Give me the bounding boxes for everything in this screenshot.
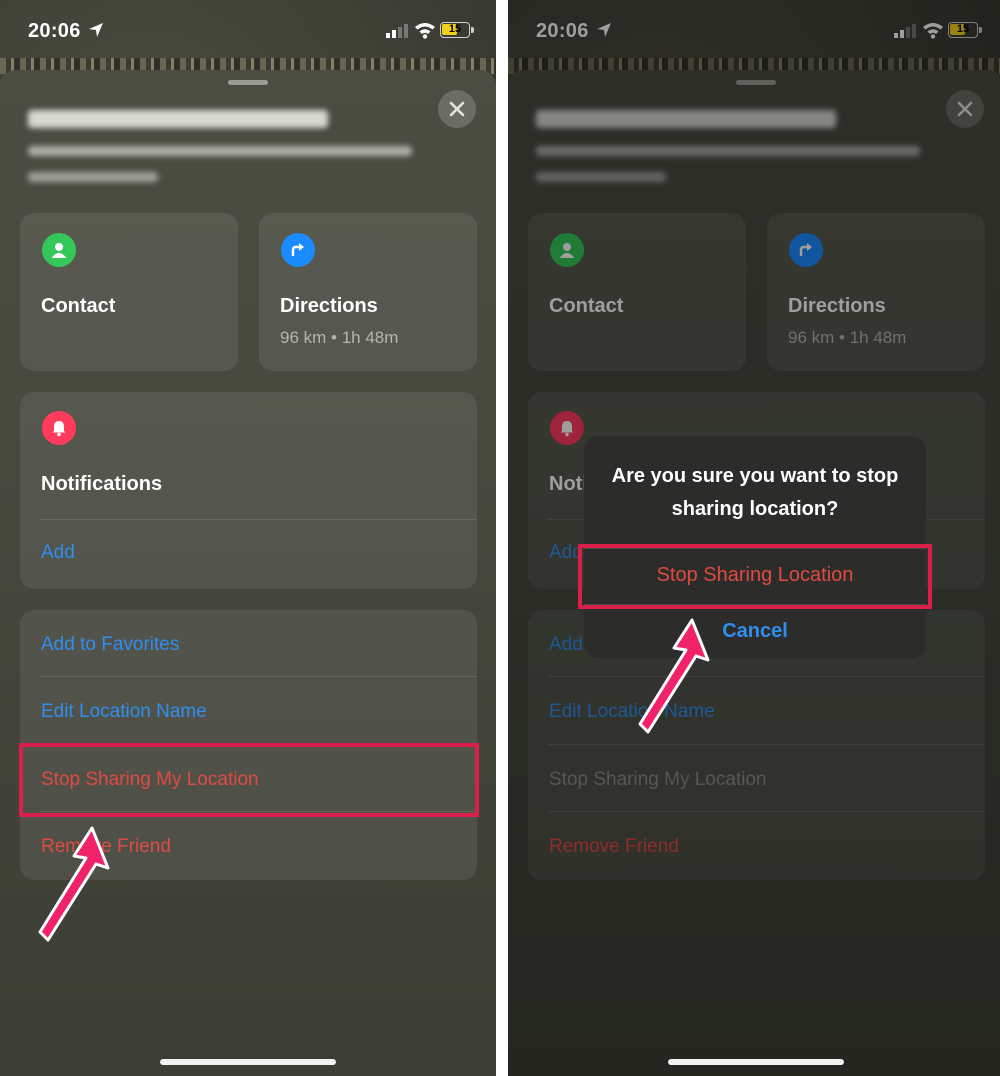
wifi-icon <box>415 23 435 39</box>
person-icon <box>51 243 67 258</box>
notifications-card: Notifications Add <box>20 392 477 589</box>
bell-icon <box>52 421 66 437</box>
status-bar: 20:06 15 <box>0 0 496 60</box>
signal-icon <box>386 24 408 38</box>
directions-card[interactable]: Directions 96 km • 1h 48m <box>259 213 477 371</box>
pointer-arrow-icon <box>38 826 110 942</box>
contact-label: Contact <box>41 295 116 317</box>
edit-location-name-button[interactable]: Edit Location Name <box>41 701 207 723</box>
home-indicator <box>668 1059 844 1065</box>
notifications-title: Notifications <box>41 473 163 495</box>
contact-card[interactable]: Contact <box>20 213 238 371</box>
contact-icon <box>42 233 76 267</box>
battery-level: 15 <box>448 23 462 35</box>
add-notification-button[interactable]: Add <box>41 542 75 564</box>
directions-icon <box>281 233 315 267</box>
divider <box>40 676 477 677</box>
divider <box>40 519 477 520</box>
phone-screen-before: 20:06 15 Contact Directions 96 km • 1h 4… <box>0 0 496 1076</box>
turn-right-arrow-icon <box>291 243 304 256</box>
add-to-favorites-button[interactable]: Add to Favorites <box>41 634 179 656</box>
status-time: 20:06 <box>28 20 81 42</box>
alert-message: Are you sure you want to stop sharing lo… <box>611 465 899 520</box>
phone-screen-after: 20:06 15 Contact Directions 96 km • 1h 4… <box>508 0 1000 1076</box>
sheet-grabber[interactable] <box>228 80 268 85</box>
directions-label: Directions <box>280 295 378 317</box>
directions-eta: 96 km • 1h 48m <box>280 328 399 347</box>
home-indicator <box>160 1059 336 1065</box>
pointer-arrow-icon <box>638 618 710 734</box>
close-icon <box>449 101 465 117</box>
notifications-icon <box>42 411 76 445</box>
highlight-box <box>19 743 479 817</box>
battery-icon: 15 <box>440 22 474 38</box>
highlight-box <box>578 544 932 609</box>
redacted-name <box>28 110 328 128</box>
redacted-address <box>28 146 412 156</box>
redacted-updated-time <box>28 172 158 182</box>
close-button[interactable] <box>438 90 476 128</box>
location-arrow-icon <box>89 23 103 37</box>
